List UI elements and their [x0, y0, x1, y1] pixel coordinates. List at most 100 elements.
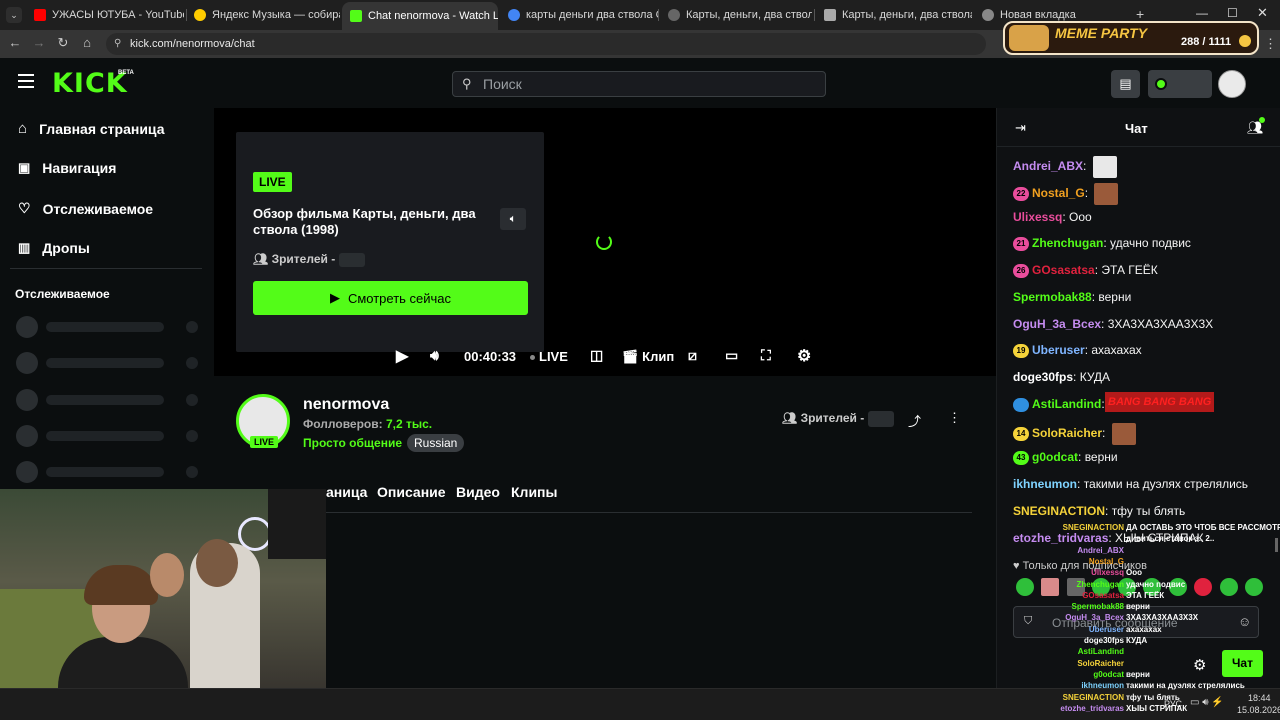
- chat-username[interactable]: AstiLandind: [1032, 397, 1101, 411]
- home-icon[interactable]: ⌂: [78, 35, 96, 50]
- browser-tab[interactable]: Яндекс Музыка — собираем... ✕: [186, 4, 340, 26]
- chat-username[interactable]: doge30fps: [1013, 370, 1073, 384]
- chat-message-text: ахахахах: [1091, 343, 1142, 357]
- site-info-icon[interactable]: ⚲: [114, 33, 121, 55]
- chat-username[interactable]: Ulixessq: [1013, 210, 1062, 224]
- settings-gear-icon[interactable]: ⚙: [797, 346, 811, 366]
- more-options-icon[interactable]: ⋮: [948, 410, 961, 426]
- chat-username[interactable]: g0odcat: [1032, 450, 1078, 464]
- tab-search-icon[interactable]: ⌄: [6, 7, 22, 23]
- emote[interactable]: [1016, 578, 1034, 596]
- overlay-username: SNEGINACTION: [1062, 692, 1124, 702]
- tray-icons[interactable]: ▭ 🔊︎ ⚡: [1190, 697, 1224, 708]
- browser-tab[interactable]: Карты, деньги, два ствола (199... ✕: [816, 4, 972, 26]
- emote[interactable]: [1219, 578, 1238, 596]
- chat-message-text: ЭТА ГЕЁК: [1101, 263, 1158, 277]
- pip-off-button[interactable]: ⧄: [688, 347, 697, 364]
- forward-icon[interactable]: →: [30, 35, 48, 50]
- share-icon[interactable]: ⤴: [908, 411, 921, 430]
- chat-username[interactable]: OguH_3a_Bcex: [1013, 317, 1101, 331]
- watch-now-button[interactable]: ▶ Смотреть сейчас: [253, 281, 528, 315]
- yandex-music-icon: [194, 9, 206, 21]
- collapse-chat-icon[interactable]: ⇥: [1015, 120, 1026, 136]
- kick-icon: [350, 10, 362, 22]
- theater-mode-button[interactable]: ◫: [590, 347, 603, 364]
- chat-username[interactable]: ikhneumon: [1013, 477, 1077, 491]
- kick-wallet-button[interactable]: [1148, 70, 1212, 98]
- video-player[interactable]: LIVE Обзор фильма Карты, деньги, два ств…: [214, 108, 996, 376]
- shield-icon: ⛉: [1024, 615, 1033, 627]
- chat-message-text: Ооо: [1069, 210, 1092, 224]
- clip-button[interactable]: 🎬︎ Клип: [622, 349, 674, 365]
- chat-message: AstiLandind:: [1013, 397, 1105, 412]
- chat-username[interactable]: Uberuser: [1032, 343, 1085, 357]
- chat-username[interactable]: Spermobak88: [1013, 290, 1092, 304]
- kick-logo[interactable]: KICK BETA: [52, 68, 134, 99]
- category-link[interactable]: Просто общение: [303, 436, 402, 450]
- overlay-chat-line: doge30fps: [1084, 636, 1124, 645]
- chat-username[interactable]: Zhenchugan: [1032, 236, 1103, 250]
- url-field[interactable]: ⚲ kick.com/nenormova/chat: [106, 33, 986, 55]
- meme-party-widget[interactable]: MEME PARTY 288 / 1111: [1003, 21, 1259, 55]
- tab-about[interactable]: Описание: [377, 484, 446, 500]
- chat-username[interactable]: SNEGINACTION: [1013, 504, 1105, 518]
- play-button[interactable]: ▶: [396, 346, 408, 366]
- chat-username[interactable]: SoloRaicher: [1032, 426, 1102, 440]
- browser-tab[interactable]: УЖАСЫ ЮТУБА - YouTube ✕: [26, 4, 184, 26]
- volume-button[interactable]: 🔊︎: [430, 347, 439, 364]
- miniplayer-button[interactable]: ▭: [725, 347, 738, 364]
- reload-icon[interactable]: ↻: [54, 35, 72, 51]
- chat-message-text: такими на дуэлях стрелялись: [1083, 477, 1249, 491]
- gift-icon: ▥: [18, 240, 31, 255]
- chat-settings-icon[interactable]: ⚙: [1193, 656, 1206, 674]
- back-icon[interactable]: ←: [6, 35, 24, 50]
- tab-videos[interactable]: Видео: [456, 484, 500, 500]
- skeleton-row: [16, 316, 200, 338]
- overlay-text: удачно подвис: [1126, 579, 1186, 589]
- emote[interactable]: [1245, 578, 1264, 596]
- clock-date[interactable]: 15.08.2026: [1237, 705, 1280, 715]
- chat-username[interactable]: GOsasatsa: [1032, 263, 1095, 277]
- new-tab-icon[interactable]: +: [1136, 6, 1144, 22]
- skeleton-row: [16, 461, 200, 483]
- chat-username[interactable]: Andrei_ABX: [1013, 159, 1083, 173]
- send-chat-button[interactable]: Чат: [1222, 650, 1263, 677]
- live-indicator[interactable]: LIVE: [530, 349, 568, 364]
- close-window-icon[interactable]: ✕: [1257, 5, 1268, 21]
- menu-dots-icon[interactable]: ⋮: [1264, 36, 1277, 52]
- search-input[interactable]: ⚲ Поиск: [452, 71, 826, 97]
- clock-time[interactable]: 18:44: [1248, 693, 1271, 703]
- hamburger-icon[interactable]: [18, 74, 34, 88]
- time-display: 00:40:33: [464, 349, 517, 364]
- browser-tab-active[interactable]: Chat nenormova - Watch Live o... ✕: [342, 2, 498, 30]
- chat-username[interactable]: etozhe_tridvaras: [1013, 531, 1108, 545]
- chat-username[interactable]: Nostal_G: [1032, 186, 1085, 200]
- fullscreen-button[interactable]: ⛶: [761, 347, 771, 364]
- minimize-icon[interactable]: —: [1196, 6, 1208, 20]
- sidebar-item-drops[interactable]: ▥ Дропы: [18, 240, 90, 256]
- loading-spinner: [596, 234, 612, 250]
- sidebar-item-following[interactable]: ♡ Отслеживаемое: [18, 200, 153, 217]
- browser-tab[interactable]: Карты, деньги, два ствола фи... ✕: [660, 4, 812, 26]
- emoji-icon[interactable]: ☺: [1238, 614, 1251, 629]
- language-chip[interactable]: Russian: [407, 434, 465, 452]
- user-avatar[interactable]: [1218, 70, 1246, 98]
- youtube-icon: [34, 9, 46, 21]
- chat-scrollbar[interactable]: [1275, 538, 1278, 552]
- sidebar-item-navigation[interactable]: ▣ Навигация: [18, 160, 116, 176]
- layout-toggle-button[interactable]: ▤: [1111, 70, 1140, 98]
- tab-home[interactable]: аница: [326, 484, 367, 500]
- browser-tab[interactable]: карты деньги два ствола СМО... ✕: [500, 4, 658, 26]
- sidebar-item-home[interactable]: ⌂ Главная страница: [18, 120, 165, 137]
- maximize-icon[interactable]: ☐: [1227, 6, 1238, 20]
- chat-message-text: 3ХА3ХА3ХАА3Х3Х: [1107, 317, 1214, 331]
- doge-icon: [1009, 25, 1049, 51]
- emote[interactable]: [1041, 578, 1060, 596]
- emote[interactable]: [1194, 578, 1213, 596]
- viewers-count-skeleton: [338, 252, 365, 267]
- mute-icon[interactable]: 🔈︎: [500, 208, 526, 230]
- tab-clips[interactable]: Клипы: [511, 484, 557, 500]
- person-middle-head: [150, 553, 184, 597]
- overlay-text: дивиться ставок з.. 2..: [1126, 534, 1215, 544]
- channel-name[interactable]: nenormova: [303, 396, 389, 414]
